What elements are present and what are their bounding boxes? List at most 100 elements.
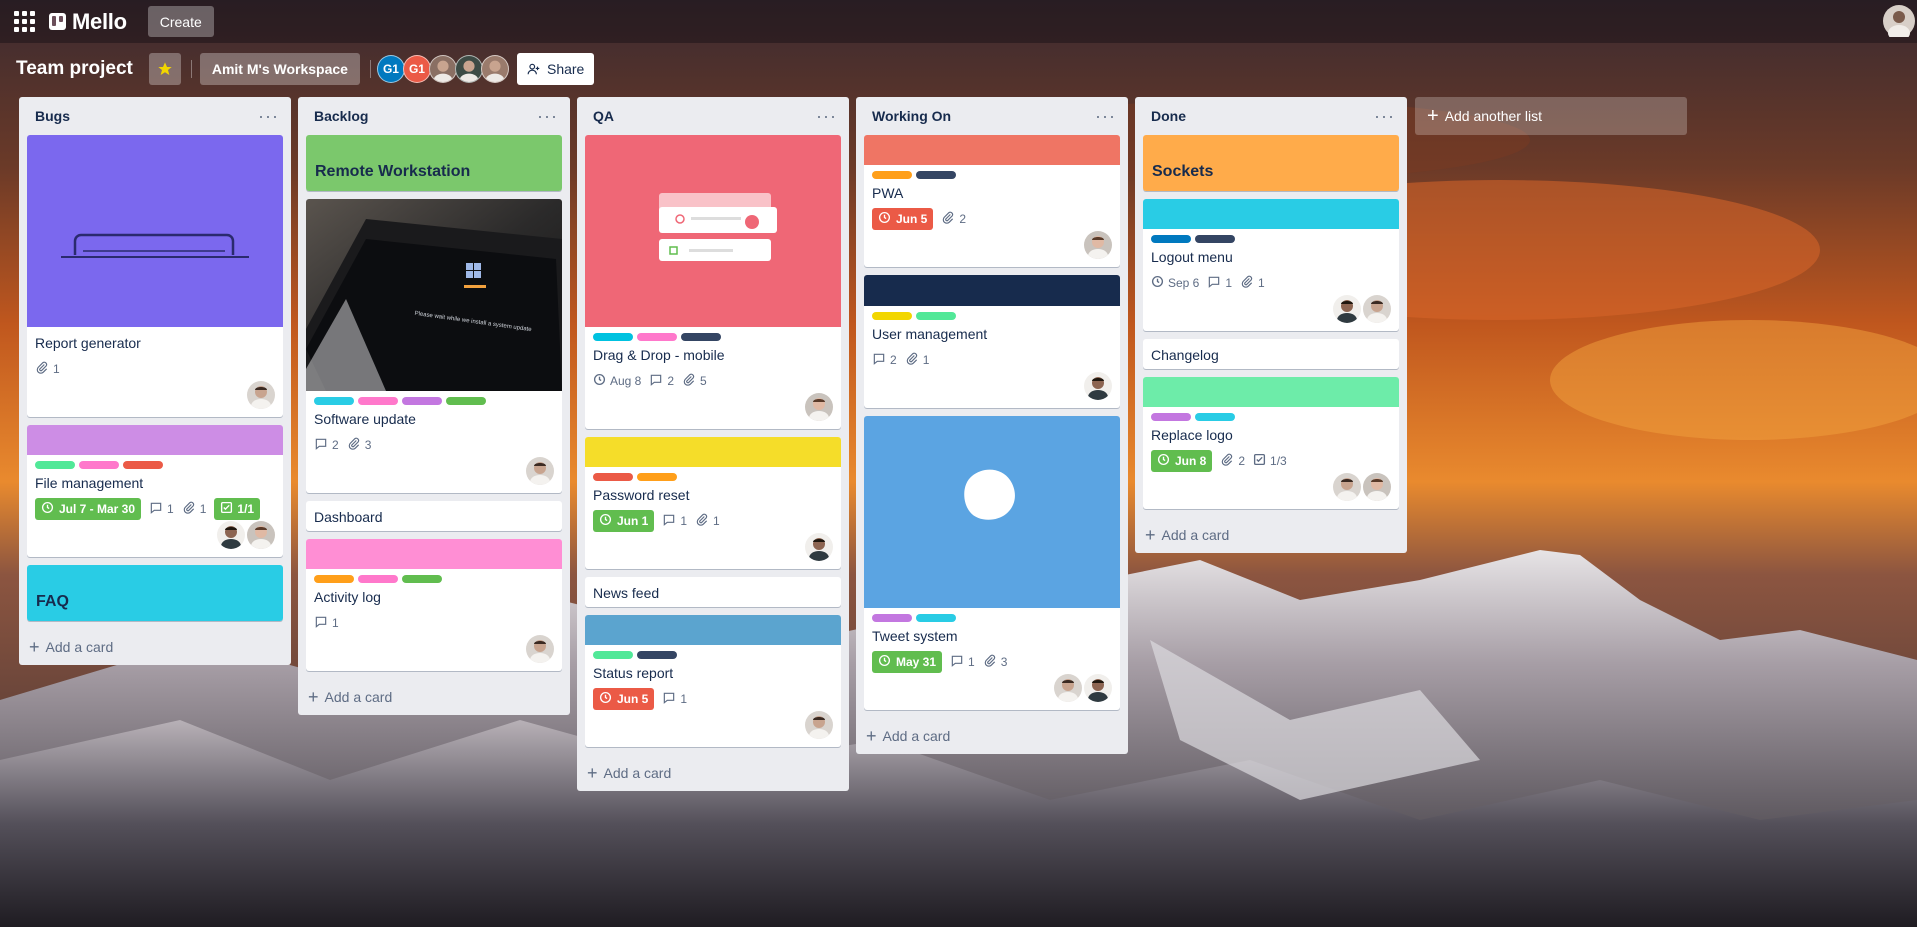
- card[interactable]: Sockets: [1143, 135, 1399, 191]
- card-label[interactable]: [872, 312, 912, 320]
- add-card-button[interactable]: + Add a card: [1135, 517, 1407, 553]
- card-label[interactable]: [916, 614, 956, 622]
- card[interactable]: Password reset Jun 1 1 1: [585, 437, 841, 569]
- list-title[interactable]: Done: [1151, 108, 1186, 124]
- list-menu-icon[interactable]: ···: [1374, 107, 1395, 125]
- card-cover: [1143, 377, 1399, 407]
- member-avatar[interactable]: [1333, 295, 1361, 323]
- card-label[interactable]: [1195, 235, 1235, 243]
- card-label[interactable]: [872, 171, 912, 179]
- card-label[interactable]: [1195, 413, 1235, 421]
- card[interactable]: Logout menu Sep 6 1 1: [1143, 199, 1399, 331]
- add-card-button[interactable]: + Add a card: [298, 679, 570, 715]
- due-date-badge[interactable]: May 31: [872, 651, 943, 673]
- due-date-badge[interactable]: Jun 1: [593, 510, 655, 532]
- member-avatar[interactable]: [526, 457, 554, 485]
- member-avatar[interactable]: [247, 381, 275, 409]
- card[interactable]: PWA Jun 5 2: [864, 135, 1120, 267]
- list-title[interactable]: QA: [593, 108, 614, 124]
- member-avatar[interactable]: [1084, 372, 1112, 400]
- card[interactable]: Dashboard: [306, 501, 562, 531]
- card-label[interactable]: [637, 651, 677, 659]
- list-menu-icon[interactable]: ···: [537, 107, 558, 125]
- card-label[interactable]: [637, 473, 677, 481]
- member-avatar[interactable]: [805, 393, 833, 421]
- share-button[interactable]: Share: [516, 53, 595, 85]
- member-avatar[interactable]: [526, 635, 554, 663]
- member-avatar[interactable]: G1: [402, 55, 431, 83]
- card[interactable]: FAQ: [27, 565, 283, 621]
- card[interactable]: Status report Jun 5 1: [585, 615, 841, 747]
- card[interactable]: User management 2 1: [864, 275, 1120, 408]
- card-label[interactable]: [1151, 413, 1191, 421]
- member-avatar[interactable]: [805, 711, 833, 739]
- card-label[interactable]: [916, 312, 956, 320]
- add-another-list-button[interactable]: + Add another list: [1415, 97, 1687, 135]
- card-label[interactable]: [916, 171, 956, 179]
- member-avatar[interactable]: [428, 55, 457, 83]
- card[interactable]: News feed: [585, 577, 841, 607]
- current-user-avatar[interactable]: [1883, 5, 1915, 41]
- list-menu-icon[interactable]: ···: [816, 107, 837, 125]
- apps-grid-icon[interactable]: [13, 11, 35, 33]
- card-label[interactable]: [402, 575, 442, 583]
- due-date-badge[interactable]: Jun 8: [1151, 450, 1213, 472]
- card-label[interactable]: [314, 397, 354, 405]
- card-label[interactable]: [681, 333, 721, 341]
- card-label[interactable]: [446, 397, 486, 405]
- star-button[interactable]: [148, 53, 181, 85]
- card-label[interactable]: [402, 397, 442, 405]
- member-avatar[interactable]: [1333, 473, 1361, 501]
- card[interactable]: Activity log 1: [306, 539, 562, 671]
- member-avatar[interactable]: [805, 533, 833, 561]
- member-avatar[interactable]: G1: [376, 55, 405, 83]
- due-date-badge[interactable]: Jun 5: [593, 688, 655, 710]
- card[interactable]: Report generator 1: [27, 135, 283, 417]
- card[interactable]: Remote Workstation: [306, 135, 562, 191]
- member-avatar[interactable]: [454, 55, 483, 83]
- card-label[interactable]: [79, 461, 119, 469]
- member-avatar[interactable]: [480, 55, 509, 83]
- member-avatar[interactable]: [1084, 231, 1112, 259]
- card-label[interactable]: [35, 461, 75, 469]
- member-avatar[interactable]: [217, 521, 245, 549]
- list-menu-icon[interactable]: ···: [1095, 107, 1116, 125]
- member-avatar[interactable]: [1084, 674, 1112, 702]
- add-card-button[interactable]: + Add a card: [577, 755, 849, 791]
- comment-icon: [872, 352, 886, 369]
- card[interactable]: Changelog: [1143, 339, 1399, 369]
- card[interactable]: Replace logo Jun 8 2 1/3: [1143, 377, 1399, 509]
- add-card-button[interactable]: + Add a card: [19, 629, 291, 665]
- due-date-badge[interactable]: Jul 7 - Mar 30: [35, 498, 142, 520]
- card[interactable]: Please wait while we install a system up…: [306, 199, 562, 493]
- workspace-button[interactable]: Amit M's Workspace: [199, 53, 360, 85]
- board-title[interactable]: Team project: [16, 58, 133, 80]
- card-label[interactable]: [637, 333, 677, 341]
- member-avatar[interactable]: [1363, 473, 1391, 501]
- card-label[interactable]: [593, 473, 633, 481]
- card-label[interactable]: [123, 461, 163, 469]
- card-label[interactable]: [593, 651, 633, 659]
- checklist-count: 1/3: [1270, 454, 1287, 468]
- card-label[interactable]: [314, 575, 354, 583]
- due-date-badge[interactable]: Jun 5: [872, 208, 934, 230]
- member-avatar[interactable]: [1363, 295, 1391, 323]
- list-title[interactable]: Backlog: [314, 108, 368, 124]
- create-button[interactable]: Create: [147, 6, 214, 37]
- list-title[interactable]: Working On: [872, 108, 951, 124]
- card-label[interactable]: [358, 397, 398, 405]
- card-label[interactable]: [872, 614, 912, 622]
- member-avatar[interactable]: [247, 521, 275, 549]
- list-title[interactable]: Bugs: [35, 108, 70, 124]
- member-avatar[interactable]: [1054, 674, 1082, 702]
- card[interactable]: File management Jul 7 - Mar 30 1 1 1/1: [27, 425, 283, 557]
- add-card-button[interactable]: + Add a card: [856, 718, 1128, 754]
- list-menu-icon[interactable]: ···: [258, 107, 279, 125]
- card-label[interactable]: [1151, 235, 1191, 243]
- paperclip-icon: [905, 352, 919, 369]
- card-label[interactable]: [358, 575, 398, 583]
- app-logo[interactable]: Mello: [49, 9, 127, 35]
- card-label[interactable]: [593, 333, 633, 341]
- card[interactable]: Tweet system May 31 1 3: [864, 416, 1120, 710]
- card[interactable]: Drag & Drop - mobile Aug 8 2 5: [585, 135, 841, 429]
